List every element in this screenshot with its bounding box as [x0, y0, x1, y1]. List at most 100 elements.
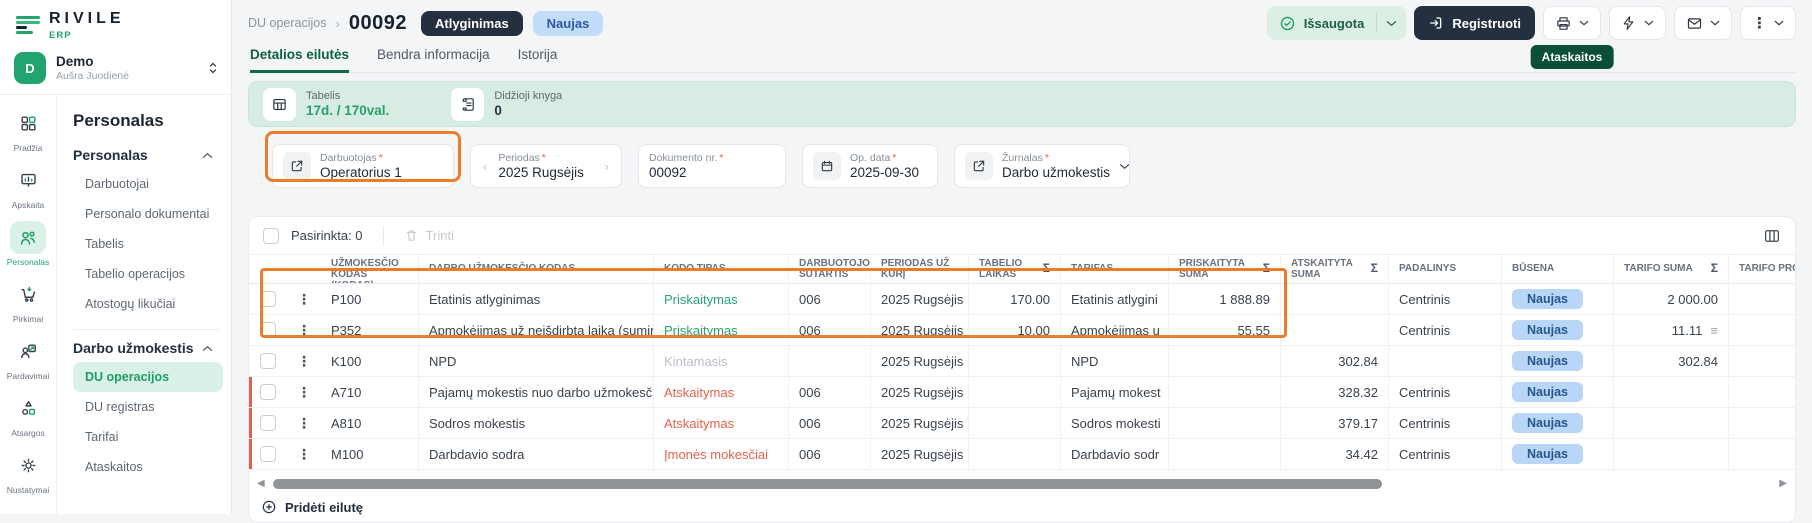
row-menu-icon[interactable]: ⋮: [287, 346, 321, 376]
col-tarifo-suma[interactable]: TARIFO SUMAΣ: [1614, 255, 1729, 283]
status-badge[interactable]: Naujas: [1512, 413, 1583, 433]
sidebar-item-personalo-dokumentai[interactable]: Personalo dokumentai: [73, 199, 223, 229]
delete-button[interactable]: Trinti: [404, 228, 454, 243]
sidebar-item-atostogu-likuciai[interactable]: Atostogų likučiai: [73, 289, 223, 319]
scrollbar-track[interactable]: [273, 479, 1772, 489]
rail-item-pirkimai[interactable]: Pirkimai: [1, 278, 55, 324]
col-kodas[interactable]: DARBO UŽMOKESČIO KODAS (KODAS): [321, 255, 419, 283]
tab-bendra-informacija[interactable]: Bendra informacija: [377, 42, 490, 72]
chevron-down-icon[interactable]: [1119, 163, 1130, 170]
sidebar-item-du-registras[interactable]: DU registras: [73, 392, 223, 422]
cell-kodas: M100: [321, 439, 419, 469]
breadcrumb[interactable]: DU operacijos: [248, 16, 327, 30]
row-menu-icon[interactable]: ⋮: [287, 439, 321, 469]
table-row[interactable]: ⋮ P352 Apmokėjimas už neišdirbtą laiką (…: [249, 315, 1795, 346]
doc-type-badge: Atlyginimas: [421, 11, 523, 36]
col-padalinys[interactable]: PADALINYS: [1389, 255, 1502, 283]
row-checkbox[interactable]: [260, 446, 276, 462]
actions-button[interactable]: [1609, 6, 1666, 40]
cell-atskaityta: 328.32: [1281, 377, 1389, 407]
cell-periodas: 2025 Rugsėjis: [871, 315, 969, 345]
field-dokumento-nr[interactable]: Dokumento nr.* 00092: [638, 144, 786, 188]
row-checkbox[interactable]: [260, 291, 276, 307]
field-periodas[interactable]: ‹ Periodas* 2025 Rugsėjis ›: [470, 144, 622, 188]
col-priskaityta-suma[interactable]: PRISKAITYTA SUMAΣ: [1169, 255, 1281, 283]
col-tabelio-laikas[interactable]: TABELIO LAIKASΣ: [969, 255, 1061, 283]
rail-item-pradzia[interactable]: Pradžia: [1, 107, 55, 153]
table-row[interactable]: ⋮ A810 Sodros mokestis Atskaitymas 006 2…: [249, 408, 1795, 439]
prev-period-icon[interactable]: ‹: [481, 159, 489, 174]
cell-tarifo-suma: 11.11≡: [1614, 315, 1729, 345]
sum-icon[interactable]: Σ: [1711, 262, 1718, 275]
table-row[interactable]: ⋮ M100 Darbdavio sodra Įmonės mokesčiai …: [249, 439, 1795, 470]
print-button[interactable]: Ataskaitos: [1543, 6, 1601, 40]
mail-button[interactable]: [1674, 6, 1732, 40]
col-busena[interactable]: BŪSENA: [1502, 255, 1614, 283]
account-switcher[interactable]: D Demo Aušra Juodienė: [0, 50, 231, 95]
select-all-checkbox[interactable]: [263, 228, 279, 244]
table-row[interactable]: ⋮ A710 Pajamų mokestis nuo darbo užmokes…: [249, 377, 1795, 408]
rail-item-atsargos[interactable]: Atsargos: [1, 392, 55, 438]
table-row[interactable]: ⋮ P100 Etatinis atlyginimas Priskaitymas…: [249, 284, 1795, 315]
table-row[interactable]: ⋮ K100 NPD Kintamasis 2025 Rugsėjis NPD …: [249, 346, 1795, 377]
col-tarifo-proc[interactable]: TARIFO PROC: [1729, 255, 1796, 283]
tabelis-summary[interactable]: Tabelis 17d. / 170val.: [263, 88, 389, 121]
tab-istorija[interactable]: Istorija: [518, 42, 558, 72]
sum-icon[interactable]: Σ: [1263, 262, 1270, 275]
status-badge[interactable]: Naujas: [1512, 444, 1583, 464]
field-zurnalas[interactable]: Žurnalas* Darbo užmokestis: [954, 144, 1130, 188]
table-toolbar: Pasirinkta: 0 Trinti: [249, 217, 1795, 254]
cell-kodas: P100: [321, 284, 419, 314]
sidebar-item-tarifai[interactable]: Tarifai: [73, 422, 223, 452]
rail-item-nustatymai[interactable]: Nustatymai: [1, 449, 55, 495]
scroll-left-icon[interactable]: ◀: [257, 478, 265, 489]
cell-kodas: K100: [321, 346, 419, 376]
chevron-down-icon[interactable]: [1377, 20, 1406, 27]
scroll-right-icon[interactable]: ▶: [1779, 478, 1787, 489]
row-checkbox[interactable]: [260, 415, 276, 431]
column-settings-icon[interactable]: [1763, 227, 1781, 245]
status-badge[interactable]: Naujas: [1512, 320, 1583, 340]
col-tarifas[interactable]: TARIFAS: [1061, 255, 1169, 283]
row-checkbox[interactable]: [260, 384, 276, 400]
brand-logo[interactable]: RIVILE ERP: [0, 0, 231, 50]
scrollbar-thumb[interactable]: [273, 479, 1382, 489]
menu-section-darbo-uzmokestis[interactable]: Darbo užmokestis: [73, 340, 223, 356]
col-atskaityta-suma[interactable]: ATSKAITYTA SUMAΣ: [1281, 255, 1389, 283]
field-darbuotojas[interactable]: Darbuotojas* Operatorius 1: [272, 144, 454, 188]
tab-detalios-eilutes[interactable]: Detalios eilutės: [250, 42, 349, 73]
status-badge[interactable]: Naujas: [1512, 351, 1583, 371]
status-badge[interactable]: Naujas: [1512, 382, 1583, 402]
sum-icon[interactable]: Σ: [1043, 262, 1050, 275]
row-checkbox[interactable]: [260, 322, 276, 338]
rail-item-pardavimai[interactable]: Pardavimai: [1, 335, 55, 381]
col-darbuotojo-sutartis[interactable]: DARBUOTOJO SUTARTIS: [789, 255, 871, 283]
row-menu-icon[interactable]: ⋮: [287, 315, 321, 345]
sidebar-item-tabelio-operacijos[interactable]: Tabelio operacijos: [73, 259, 223, 289]
rail-item-apskaita[interactable]: Apskaita: [1, 164, 55, 210]
next-period-icon[interactable]: ›: [603, 159, 611, 174]
row-checkbox[interactable]: [260, 353, 276, 369]
col-du-kodas[interactable]: DARBO UŽMOKESČIO KODAS: [419, 255, 654, 283]
row-menu-icon[interactable]: ⋮: [287, 284, 321, 314]
row-menu-icon[interactable]: ⋮: [287, 408, 321, 438]
field-op-data[interactable]: Op. data* 2025-09-30: [802, 144, 938, 188]
sum-icon[interactable]: Σ: [1371, 262, 1378, 275]
status-badge[interactable]: Naujas: [1512, 289, 1583, 309]
add-row-button[interactable]: Pridėti eilutę: [249, 489, 363, 515]
sidebar-item-ataskaitos[interactable]: Ataskaitos: [73, 452, 223, 482]
cell-sutartis: 006: [789, 284, 871, 314]
col-kodo-tipas[interactable]: KODO TIPAS: [654, 255, 789, 283]
sidebar-item-tabelis[interactable]: Tabelis: [73, 229, 223, 259]
menu-section-personalas[interactable]: Personalas: [73, 147, 223, 163]
rail-item-personalas[interactable]: Personalas: [1, 221, 55, 267]
col-periodas[interactable]: PERIODAS UŽ KURĮ: [871, 255, 969, 283]
sidebar-item-du-operacijos[interactable]: DU operacijos: [73, 362, 223, 392]
sidebar-item-darbuotojai[interactable]: Darbuotojai: [73, 169, 223, 199]
register-button[interactable]: Registruoti: [1414, 6, 1535, 40]
ledger-summary[interactable]: Didžioji knyga 0: [451, 88, 562, 121]
row-menu-icon[interactable]: ⋮: [287, 377, 321, 407]
saved-split-button[interactable]: Išsaugota: [1267, 6, 1407, 40]
drag-handle-icon[interactable]: ≡: [1710, 323, 1718, 338]
more-button[interactable]: ⋮: [1740, 6, 1796, 40]
